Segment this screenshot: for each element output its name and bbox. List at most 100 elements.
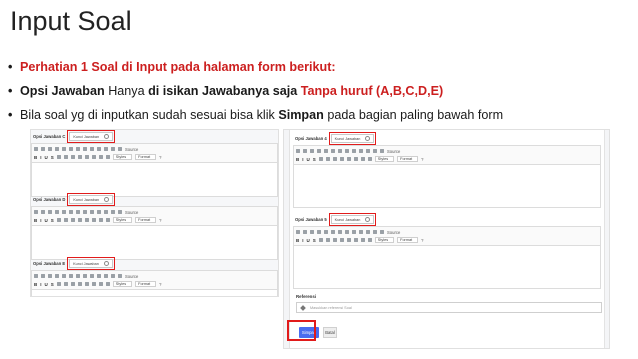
editor-content-area[interactable] (31, 163, 278, 197)
superscript-icon[interactable] (63, 155, 68, 159)
bold-icon[interactable]: B (34, 218, 37, 223)
paste-text-icon[interactable] (317, 149, 321, 153)
paste-text-icon[interactable] (55, 147, 59, 151)
italic-icon[interactable]: I (40, 155, 41, 160)
omega-icon[interactable] (373, 149, 377, 153)
indent-icon[interactable] (98, 218, 103, 222)
paste-text-icon[interactable] (55, 210, 59, 214)
bullet-list-icon[interactable] (84, 218, 89, 222)
subscript-icon[interactable] (56, 155, 61, 159)
undo-icon[interactable] (324, 230, 328, 234)
indent-icon[interactable] (98, 282, 103, 286)
cut-icon[interactable] (34, 274, 38, 278)
styles-dropdown[interactable]: Styles (112, 217, 133, 223)
copy-icon[interactable] (41, 147, 45, 151)
spellcheck-icon[interactable] (76, 210, 80, 214)
superscript-icon[interactable] (63, 218, 68, 222)
editor-content-area[interactable] (31, 290, 278, 296)
omega-icon[interactable] (111, 274, 115, 278)
format-dropdown[interactable]: Format (397, 156, 419, 162)
table-icon[interactable] (104, 210, 108, 214)
flag-icon[interactable] (90, 147, 94, 151)
styles-dropdown[interactable]: Styles (112, 154, 133, 160)
undo-icon[interactable] (324, 149, 328, 153)
flag-icon[interactable] (90, 210, 94, 214)
redo-icon[interactable] (331, 230, 335, 234)
maximize-icon[interactable] (118, 147, 122, 151)
bold-icon[interactable]: B (34, 282, 37, 287)
cut-icon[interactable] (296, 149, 300, 153)
format-dropdown[interactable]: Format (135, 217, 157, 223)
format-dropdown[interactable]: Format (135, 281, 157, 287)
source-button[interactable]: Source (125, 147, 138, 152)
paste-icon[interactable] (48, 210, 52, 214)
image-icon[interactable] (97, 274, 101, 278)
link-icon[interactable] (83, 147, 87, 151)
source-button[interactable]: Source (387, 149, 400, 154)
subscript-icon[interactable] (318, 238, 323, 242)
batal-button[interactable]: Batal (323, 327, 337, 338)
link-icon[interactable] (345, 149, 349, 153)
clear-format-icon[interactable] (332, 157, 337, 161)
link-icon[interactable] (345, 230, 349, 234)
numbered-list-icon[interactable] (77, 282, 82, 286)
kunci-jawaban-select[interactable]: Kunci Jawaban (328, 213, 377, 226)
undo-icon[interactable] (62, 147, 66, 151)
blockquote-icon[interactable] (105, 282, 110, 286)
bold-icon[interactable]: B (296, 238, 299, 243)
source-button[interactable]: Source (125, 210, 138, 215)
blockquote-icon[interactable] (105, 218, 110, 222)
italic-icon[interactable]: I (302, 238, 303, 243)
spellcheck-icon[interactable] (76, 274, 80, 278)
subscript-icon[interactable] (56, 218, 61, 222)
indent-icon[interactable] (360, 157, 365, 161)
kunci-jawaban-select[interactable]: Kunci Jawaban (67, 193, 116, 206)
omega-icon[interactable] (111, 210, 115, 214)
kunci-jawaban-select[interactable]: Kunci Jawaban (67, 257, 115, 270)
italic-icon[interactable]: I (40, 282, 41, 287)
help-button[interactable]: ? (159, 282, 161, 287)
table-icon[interactable] (366, 230, 370, 234)
image-icon[interactable] (359, 149, 363, 153)
numbered-list-icon[interactable] (77, 155, 82, 159)
underline-icon[interactable]: U (45, 218, 48, 223)
numbered-list-icon[interactable] (339, 157, 344, 161)
kunci-jawaban-select[interactable]: Kunci Jawaban (67, 130, 116, 143)
editor-content-area[interactable] (31, 226, 278, 260)
omega-icon[interactable] (111, 147, 115, 151)
referensi-input[interactable]: Masukkan referensi Soal (296, 302, 602, 313)
outdent-icon[interactable] (91, 155, 96, 159)
cut-icon[interactable] (34, 147, 38, 151)
bullet-list-icon[interactable] (346, 238, 351, 242)
italic-icon[interactable]: I (40, 218, 41, 223)
clear-format-icon[interactable] (70, 155, 75, 159)
source-button[interactable]: Source (125, 274, 138, 279)
blockquote-icon[interactable] (105, 155, 110, 159)
underline-icon[interactable]: U (307, 238, 310, 243)
indent-icon[interactable] (98, 155, 103, 159)
cut-icon[interactable] (34, 210, 38, 214)
copy-icon[interactable] (41, 210, 45, 214)
undo-icon[interactable] (62, 274, 66, 278)
source-button[interactable]: Source (387, 230, 400, 235)
editor-content-area[interactable] (293, 246, 601, 289)
bullet-list-icon[interactable] (84, 155, 89, 159)
clear-format-icon[interactable] (332, 238, 337, 242)
bullet-list-icon[interactable] (346, 157, 351, 161)
paste-text-icon[interactable] (55, 274, 59, 278)
paste-text-icon[interactable] (317, 230, 321, 234)
styles-dropdown[interactable]: Styles (374, 156, 395, 162)
paste-icon[interactable] (48, 147, 52, 151)
superscript-icon[interactable] (325, 157, 330, 161)
blockquote-icon[interactable] (367, 157, 372, 161)
link-icon[interactable] (83, 274, 87, 278)
redo-icon[interactable] (69, 210, 73, 214)
bold-icon[interactable]: B (34, 155, 37, 160)
table-icon[interactable] (104, 147, 108, 151)
clear-format-icon[interactable] (70, 218, 75, 222)
copy-icon[interactable] (303, 230, 307, 234)
maximize-icon[interactable] (118, 274, 122, 278)
numbered-list-icon[interactable] (339, 238, 344, 242)
numbered-list-icon[interactable] (77, 218, 82, 222)
flag-icon[interactable] (352, 149, 356, 153)
